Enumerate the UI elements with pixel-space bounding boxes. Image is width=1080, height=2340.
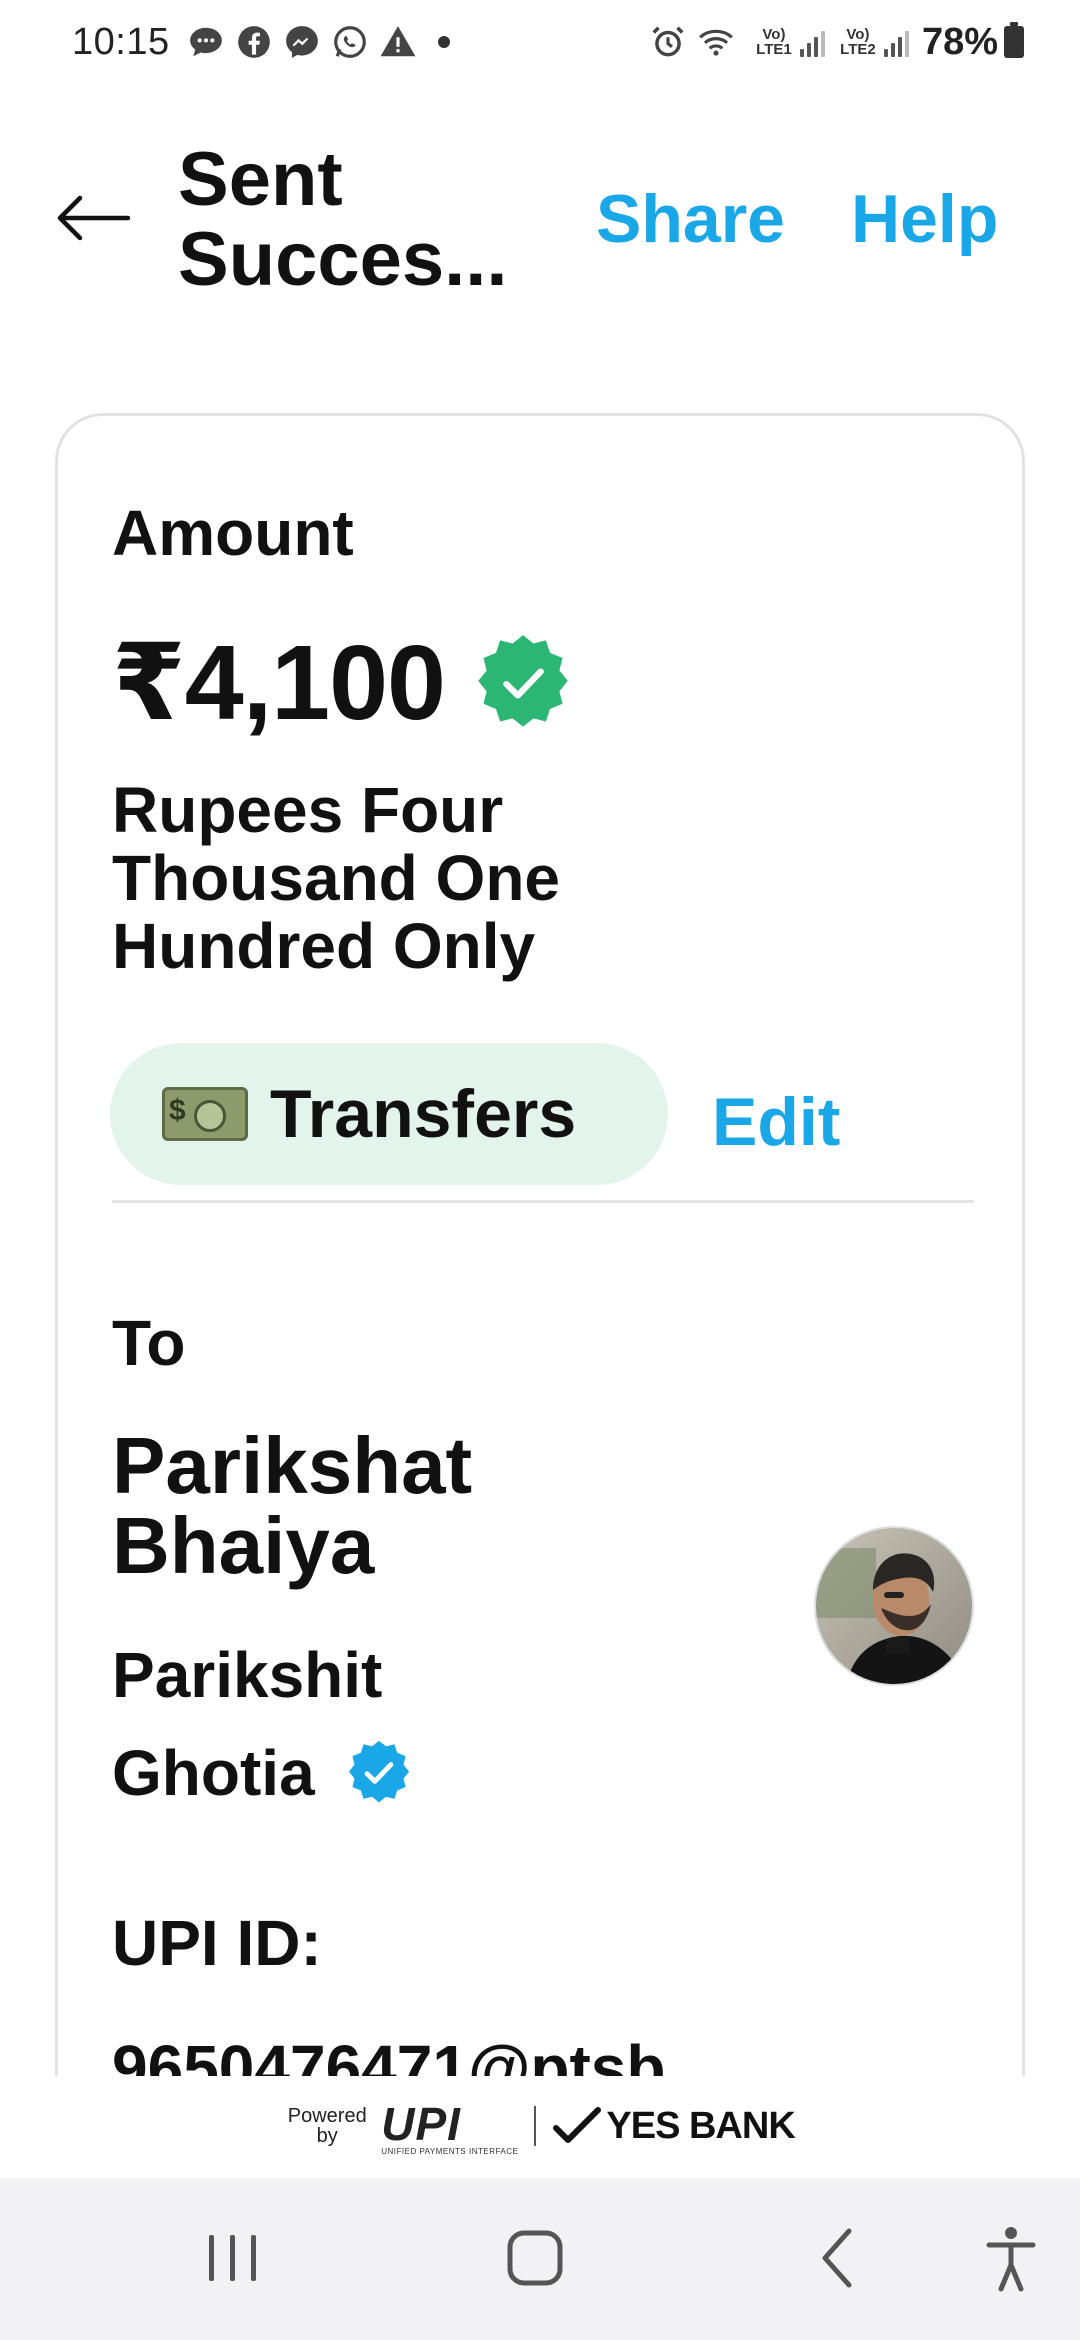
signal-bars-icon (883, 29, 912, 57)
alarm-icon (648, 22, 688, 62)
status-right: Vo) LTE1 Vo) LTE2 78% (648, 21, 1024, 64)
payee-name: Parikshit Ghotia (112, 1626, 512, 1822)
warning-icon (378, 22, 418, 62)
home-icon (507, 2230, 563, 2286)
messenger-icon (282, 22, 322, 62)
divider (112, 1200, 974, 1203)
status-bar: 10:15 Vo) LTE1 Vo) LTE2 78% (0, 0, 1080, 84)
payee-nickname: Parikshat Bhaiya (112, 1421, 473, 1590)
accessibility-button[interactable] (966, 2218, 1056, 2298)
status-time: 10:15 (72, 20, 170, 63)
page-title: Sent Succes... (178, 137, 508, 302)
payee-name-text: Parikshit Ghotia (112, 1639, 383, 1809)
upi-id-label: UPI ID: (112, 1907, 322, 1979)
amount-row: ₹4,100 (112, 621, 575, 744)
sim1-signal: Vo) LTE1 (752, 27, 828, 57)
amount-value: ₹4,100 (112, 624, 446, 742)
category-chip[interactable]: Transfers (110, 1043, 668, 1185)
money-icon (162, 1087, 248, 1141)
sim2-label: Vo) LTE2 (840, 26, 876, 58)
edit-category-button[interactable]: Edit (712, 1083, 840, 1161)
system-nav-bar (0, 2178, 1080, 2340)
signal-bars-icon (799, 29, 828, 57)
payment-success-screen: 10:15 Vo) LTE1 Vo) LTE2 78% Sent Succes.… (0, 0, 1080, 2340)
amount-in-words: Rupees Four Thousand One Hundred Only (112, 774, 560, 982)
avatar-photo (816, 1528, 972, 1684)
help-button[interactable]: Help (851, 180, 998, 258)
back-nav-button[interactable] (794, 2218, 884, 2298)
more-notifications-dot (437, 36, 450, 48)
recents-button[interactable] (188, 2218, 278, 2298)
facebook-icon (234, 22, 274, 62)
bank-name: YES BANK (606, 2104, 795, 2147)
upi-logo: UPI UNIFIED PAYMENTS INTERFACE (381, 2097, 518, 2156)
wifi-icon (696, 22, 736, 62)
transaction-card: Amount ₹4,100 Rupees Four Thousand One H… (55, 413, 1025, 2113)
status-left: 10:15 (72, 21, 450, 64)
yes-bank-tick-icon (553, 2107, 602, 2143)
amount-label: Amount (112, 497, 354, 569)
battery-percent: 78% (921, 20, 998, 63)
share-button[interactable]: Share (596, 180, 785, 258)
arrow-left-icon (57, 195, 130, 241)
app-header: Sent Succes... Share Help (0, 120, 1080, 320)
battery-icon (1004, 22, 1024, 58)
payee-avatar (814, 1526, 974, 1686)
recents-icon (209, 2235, 256, 2281)
message-icon (186, 22, 226, 62)
success-check-icon (478, 634, 568, 727)
whatsapp-icon (330, 22, 370, 62)
chevron-left-icon (822, 2228, 852, 2288)
to-label: To (112, 1307, 186, 1379)
accessibility-icon (986, 2227, 1036, 2292)
sim1-label: Vo) LTE1 (756, 26, 792, 58)
bank-logo: YES BANK (552, 2104, 796, 2148)
category-label: Transfers (270, 1076, 577, 1152)
logo-separator (534, 2106, 537, 2146)
upi-tagline: UNIFIED PAYMENTS INTERFACE (381, 2146, 519, 2156)
sim2-signal: Vo) LTE2 (836, 27, 912, 57)
back-button[interactable] (52, 178, 132, 258)
verified-badge-icon (349, 1740, 410, 1803)
powered-by-footer: Powered by UPI UNIFIED PAYMENTS INTERFAC… (0, 2076, 1080, 2176)
home-button[interactable] (490, 2218, 580, 2298)
upi-logo-text: UPI (381, 2097, 461, 2150)
powered-by-text: Powered by (287, 2105, 367, 2147)
